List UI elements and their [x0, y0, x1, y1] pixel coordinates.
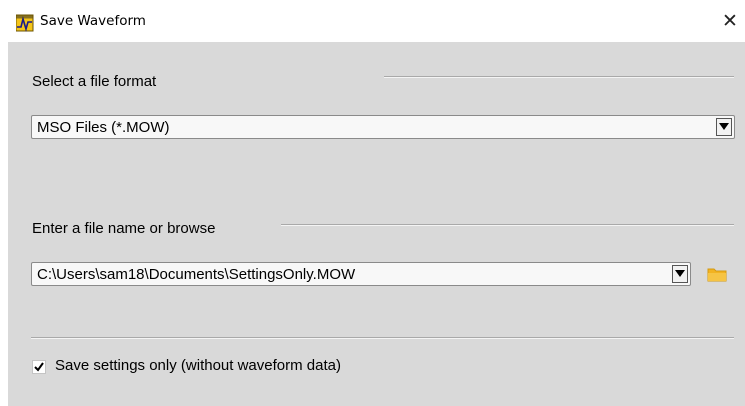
file-format-dropdown-button[interactable]	[716, 118, 732, 136]
file-name-separator	[281, 224, 734, 226]
file-name-value: C:\Users\sam18\Documents\SettingsOnly.MO…	[37, 266, 356, 283]
settings-only-label[interactable]: Save settings only (without waveform dat…	[55, 357, 341, 374]
file-format-separator	[384, 76, 734, 78]
options-separator	[31, 337, 734, 339]
folder-icon	[706, 268, 728, 288]
file-name-combobox[interactable]: C:\Users\sam18\Documents\SettingsOnly.MO…	[31, 262, 691, 286]
file-name-label: Enter a file name or browse	[32, 220, 216, 237]
file-format-select[interactable]: MSO Files (*.MOW)	[31, 115, 735, 139]
settings-only-checkbox[interactable]	[32, 360, 46, 374]
file-name-dropdown-button[interactable]	[672, 265, 688, 283]
close-button[interactable]: ✕	[718, 8, 742, 34]
dialog-body: Select a file format MSO Files (*.MOW) E…	[8, 42, 745, 406]
browse-button[interactable]	[706, 264, 728, 284]
title-bar: Save Waveform ✕	[0, 0, 745, 42]
window-title: Save Waveform	[40, 13, 146, 29]
waveform-app-icon	[15, 14, 34, 32]
file-format-label: Select a file format	[32, 73, 157, 90]
file-format-selected-value: MSO Files (*.MOW)	[37, 119, 170, 136]
